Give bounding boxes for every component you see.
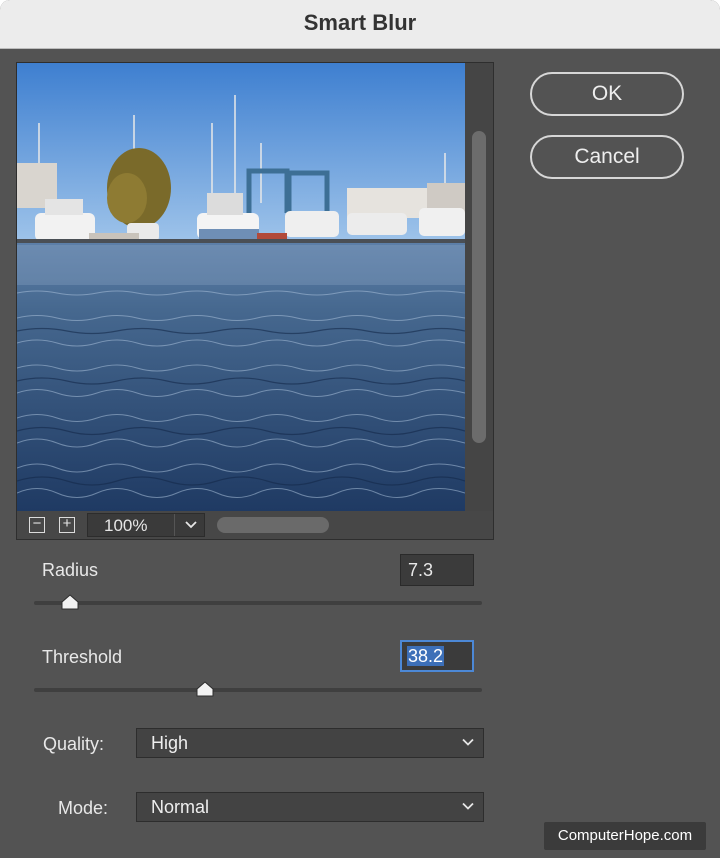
preview-toolbar: − + 100% — [17, 511, 493, 539]
quality-select[interactable]: High — [136, 728, 484, 758]
title-bar[interactable]: Smart Blur — [0, 0, 720, 49]
zoom-separator — [174, 514, 175, 536]
zoom-out-button[interactable]: − — [29, 515, 45, 533]
minus-icon: − — [32, 515, 42, 532]
mode-select[interactable]: Normal — [136, 792, 484, 822]
preview-image[interactable] — [17, 63, 465, 511]
threshold-value-selected: 38.2 — [407, 646, 445, 666]
chevron-down-icon[interactable] — [182, 515, 200, 533]
zoom-level-select[interactable]: 100% — [87, 513, 205, 537]
threshold-slider[interactable] — [34, 688, 482, 692]
threshold-input[interactable]: 38.2 — [400, 640, 474, 672]
smart-blur-dialog: Smart Blur − + 100% OK Cancel Radius 7.3… — [0, 0, 720, 858]
radius-input[interactable]: 7.3 — [400, 554, 474, 586]
cancel-button[interactable]: Cancel — [530, 135, 684, 179]
horizontal-scroll-thumb[interactable] — [217, 517, 329, 533]
radius-slider[interactable] — [34, 601, 482, 605]
vertical-scroll-thumb[interactable] — [472, 131, 486, 443]
ok-button[interactable]: OK — [530, 72, 684, 116]
radius-slider-thumb[interactable] — [61, 594, 79, 610]
plus-icon: + — [62, 515, 72, 532]
quality-value: High — [151, 733, 189, 753]
chevron-down-icon — [462, 738, 474, 746]
zoom-in-button[interactable]: + — [59, 515, 75, 533]
mode-value: Normal — [151, 797, 210, 817]
preview-vertical-scrollbar[interactable] — [465, 63, 493, 511]
threshold-label: Threshold — [42, 647, 123, 667]
preview-panel: − + 100% — [16, 62, 494, 540]
dialog-title: Smart Blur — [303, 10, 417, 35]
zoom-level-value: 100% — [104, 516, 148, 535]
quality-label: Quality: — [43, 734, 105, 754]
threshold-slider-thumb[interactable] — [196, 681, 214, 697]
mode-label: Mode: — [58, 798, 109, 818]
chevron-down-icon — [462, 802, 474, 810]
radius-label: Radius — [42, 560, 99, 580]
watermark: ComputerHope.com — [544, 822, 706, 850]
